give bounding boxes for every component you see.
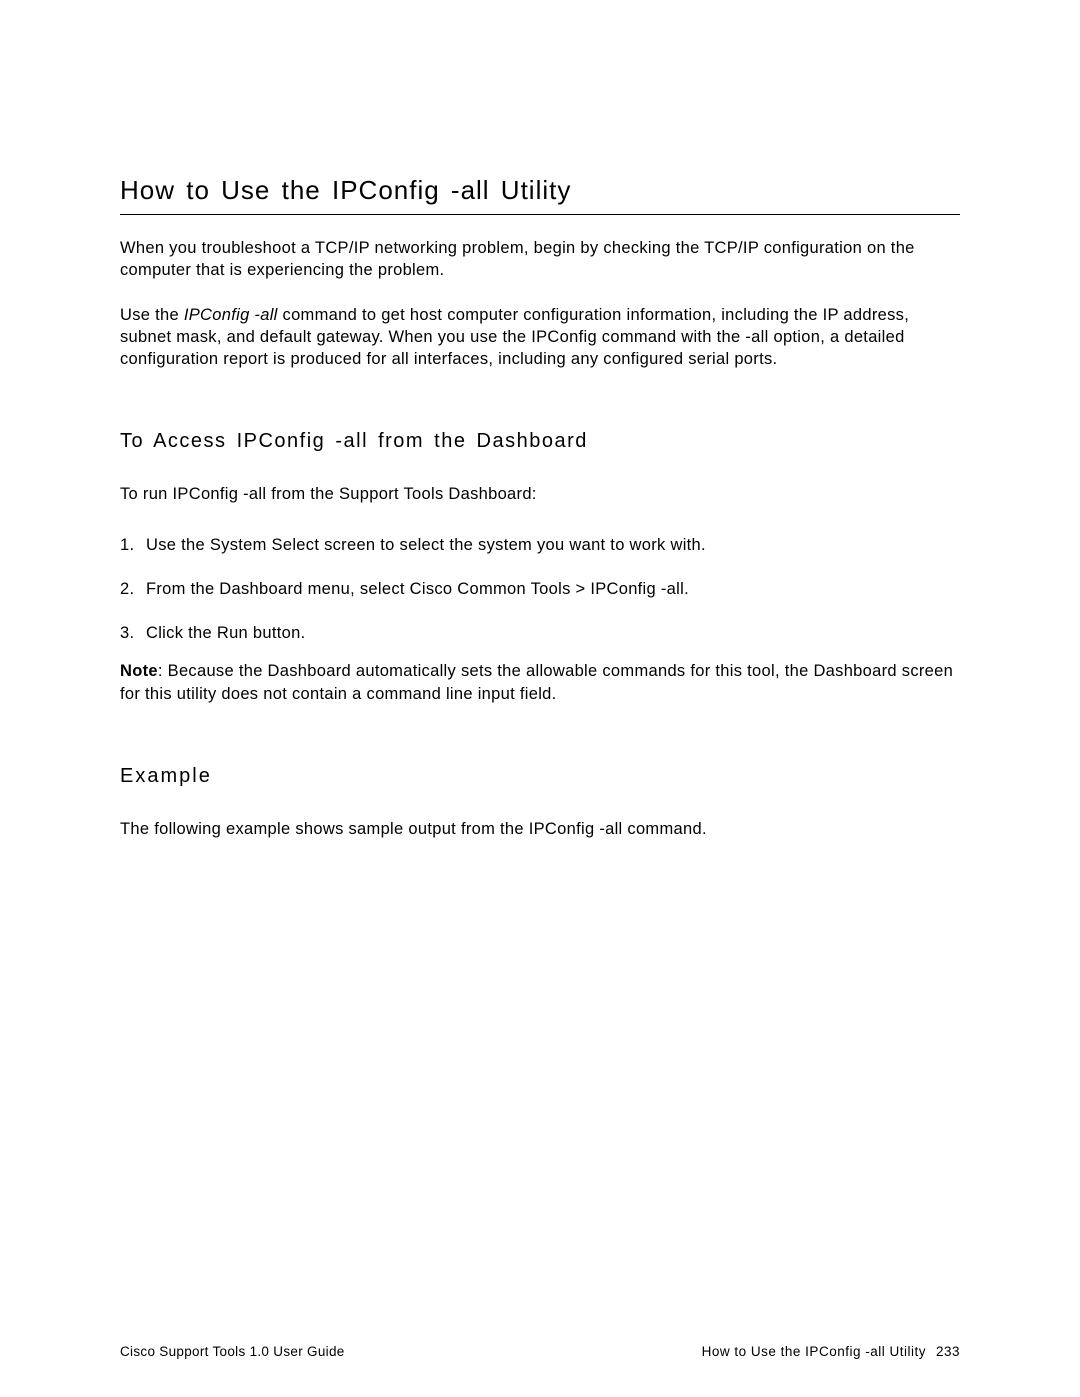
note-paragraph: Note: Because the Dashboard automaticall… (120, 660, 960, 705)
step-text: Click the Run button. (146, 624, 305, 642)
note-label: Note (120, 662, 158, 680)
document-page: How to Use the IPConfig -all Utility Whe… (0, 0, 1080, 840)
list-item: 2.From the Dashboard menu, select Cisco … (120, 578, 960, 600)
step-text: Use the System Select screen to select t… (146, 536, 706, 554)
page-title: How to Use the IPConfig -all Utility (120, 175, 960, 215)
footer-right: How to Use the IPConfig -all Utility 233 (702, 1344, 960, 1359)
intro-paragraph-2: Use the IPConfig -all command to get hos… (120, 304, 960, 371)
section-heading-example: Example (120, 765, 960, 788)
list-item: 3.Click the Run button. (120, 622, 960, 644)
page-footer: Cisco Support Tools 1.0 User Guide How t… (0, 1344, 1080, 1359)
section1-intro: To run IPConfig -all from the Support To… (120, 483, 960, 505)
footer-section-title: How to Use the IPConfig -all Utility (702, 1344, 926, 1359)
section-heading-access: To Access IPConfig -all from the Dashboa… (120, 430, 960, 453)
intro-p2-command: IPConfig -all (184, 306, 278, 324)
list-item: 1.Use the System Select screen to select… (120, 534, 960, 556)
example-body: The following example shows sample outpu… (120, 818, 960, 840)
footer-left: Cisco Support Tools 1.0 User Guide (120, 1344, 345, 1359)
step-text: From the Dashboard menu, select Cisco Co… (146, 580, 689, 598)
intro-paragraph-1: When you troubleshoot a TCP/IP networkin… (120, 237, 960, 282)
footer-page-number: 233 (936, 1344, 960, 1359)
steps-list: 1.Use the System Select screen to select… (120, 534, 960, 645)
intro-p2-prefix: Use the (120, 306, 184, 324)
note-body: : Because the Dashboard automatically se… (120, 662, 953, 702)
